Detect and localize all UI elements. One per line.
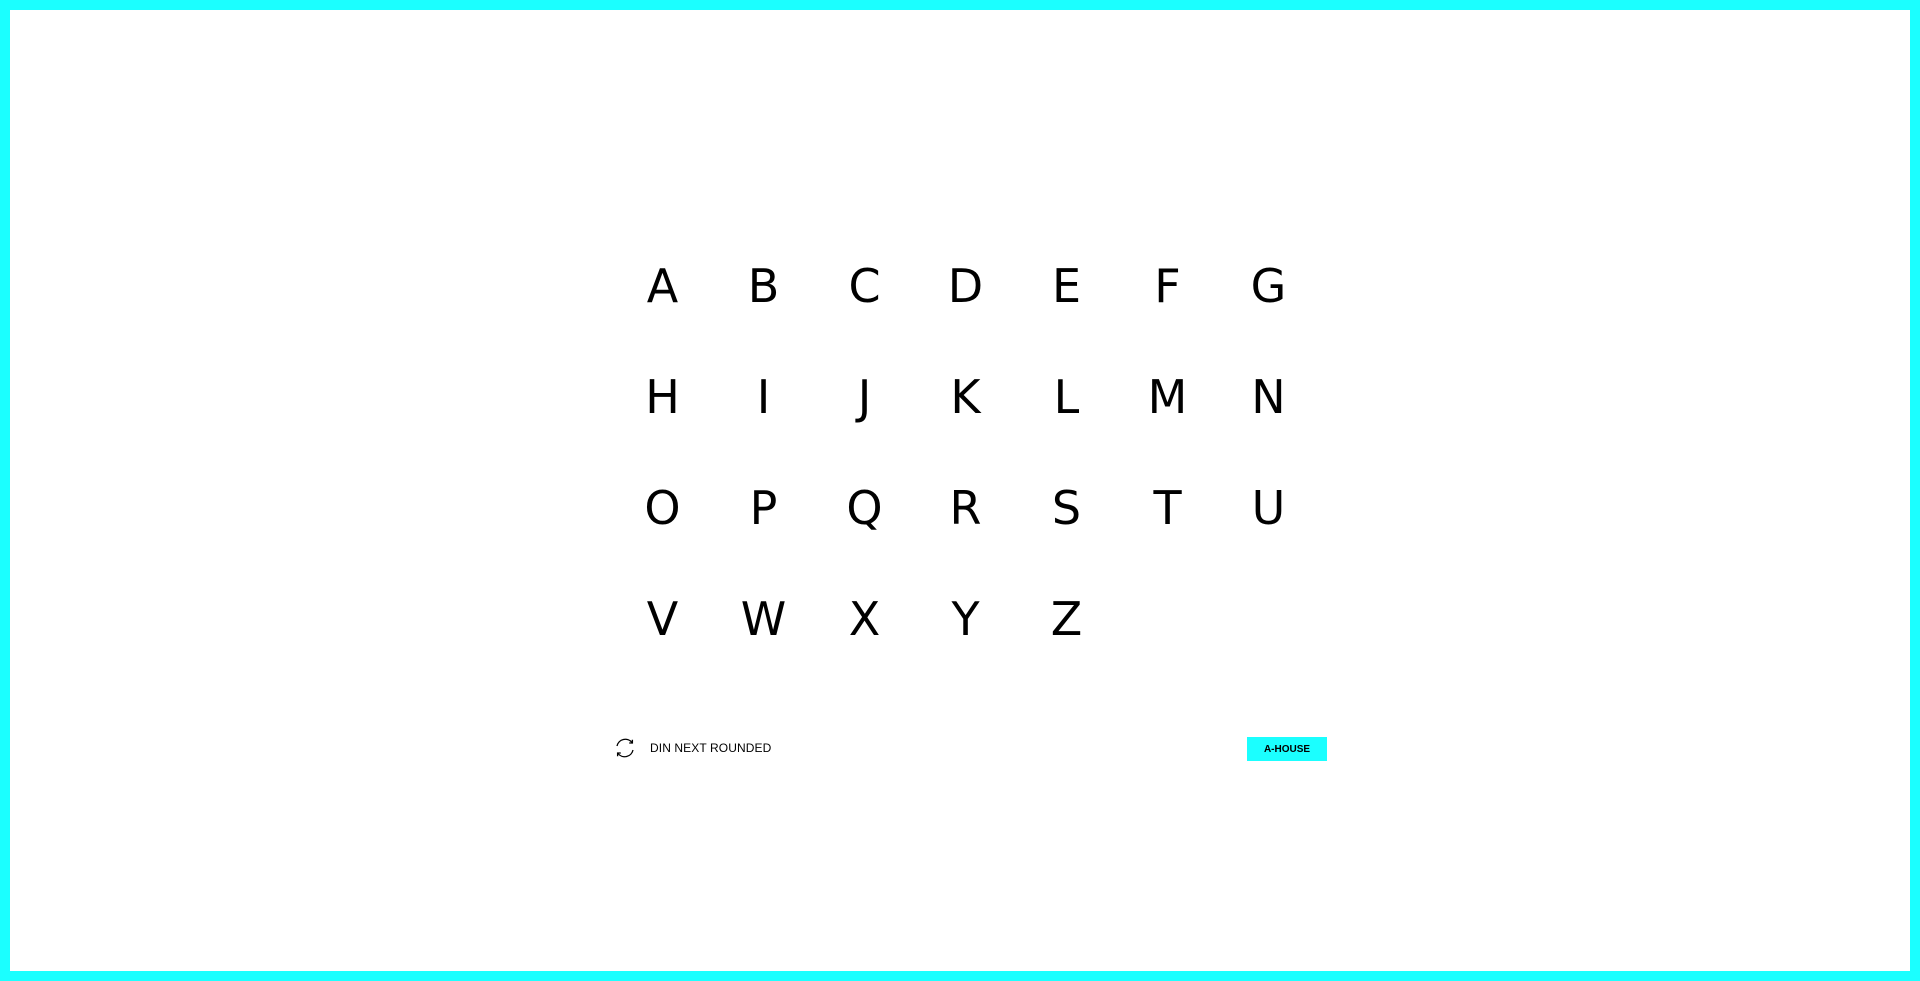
letter-a[interactable]: A	[612, 263, 713, 374]
letter-r[interactable]: R	[915, 485, 1016, 596]
letter-s[interactable]: S	[1016, 485, 1117, 596]
letter-k[interactable]: K	[915, 374, 1016, 485]
refresh-icon	[610, 733, 640, 763]
letter-g[interactable]: G	[1218, 263, 1319, 374]
letter-n[interactable]: N	[1218, 374, 1319, 485]
letter-f[interactable]: F	[1117, 263, 1218, 374]
page-frame: A B C D E F G H I J K L M N O P Q R S T …	[0, 0, 1920, 981]
alphabet-grid: A B C D E F G H I J K L M N O P Q R S T …	[612, 263, 1318, 707]
letter-i[interactable]: I	[713, 374, 814, 485]
letter-w[interactable]: W	[713, 596, 814, 707]
letter-l[interactable]: L	[1016, 374, 1117, 485]
letter-u[interactable]: U	[1218, 485, 1319, 596]
letter-b[interactable]: B	[713, 263, 814, 374]
letter-z[interactable]: Z	[1016, 596, 1117, 707]
letter-c[interactable]: C	[814, 263, 915, 374]
a-house-button[interactable]: A-HOUSE	[1247, 737, 1327, 761]
letter-d[interactable]: D	[915, 263, 1016, 374]
letter-m[interactable]: M	[1117, 374, 1218, 485]
letter-q[interactable]: Q	[814, 485, 915, 596]
letter-j[interactable]: J	[814, 374, 915, 485]
letter-e[interactable]: E	[1016, 263, 1117, 374]
letter-t[interactable]: T	[1117, 485, 1218, 596]
current-font-label: DIN NEXT ROUNDED	[650, 741, 772, 755]
letter-y[interactable]: Y	[915, 596, 1016, 707]
letter-x[interactable]: X	[814, 596, 915, 707]
letter-p[interactable]: P	[713, 485, 814, 596]
letter-v[interactable]: V	[612, 596, 713, 707]
letter-h[interactable]: H	[612, 374, 713, 485]
font-switch-button[interactable]: DIN NEXT ROUNDED	[610, 733, 771, 763]
letter-o[interactable]: O	[612, 485, 713, 596]
